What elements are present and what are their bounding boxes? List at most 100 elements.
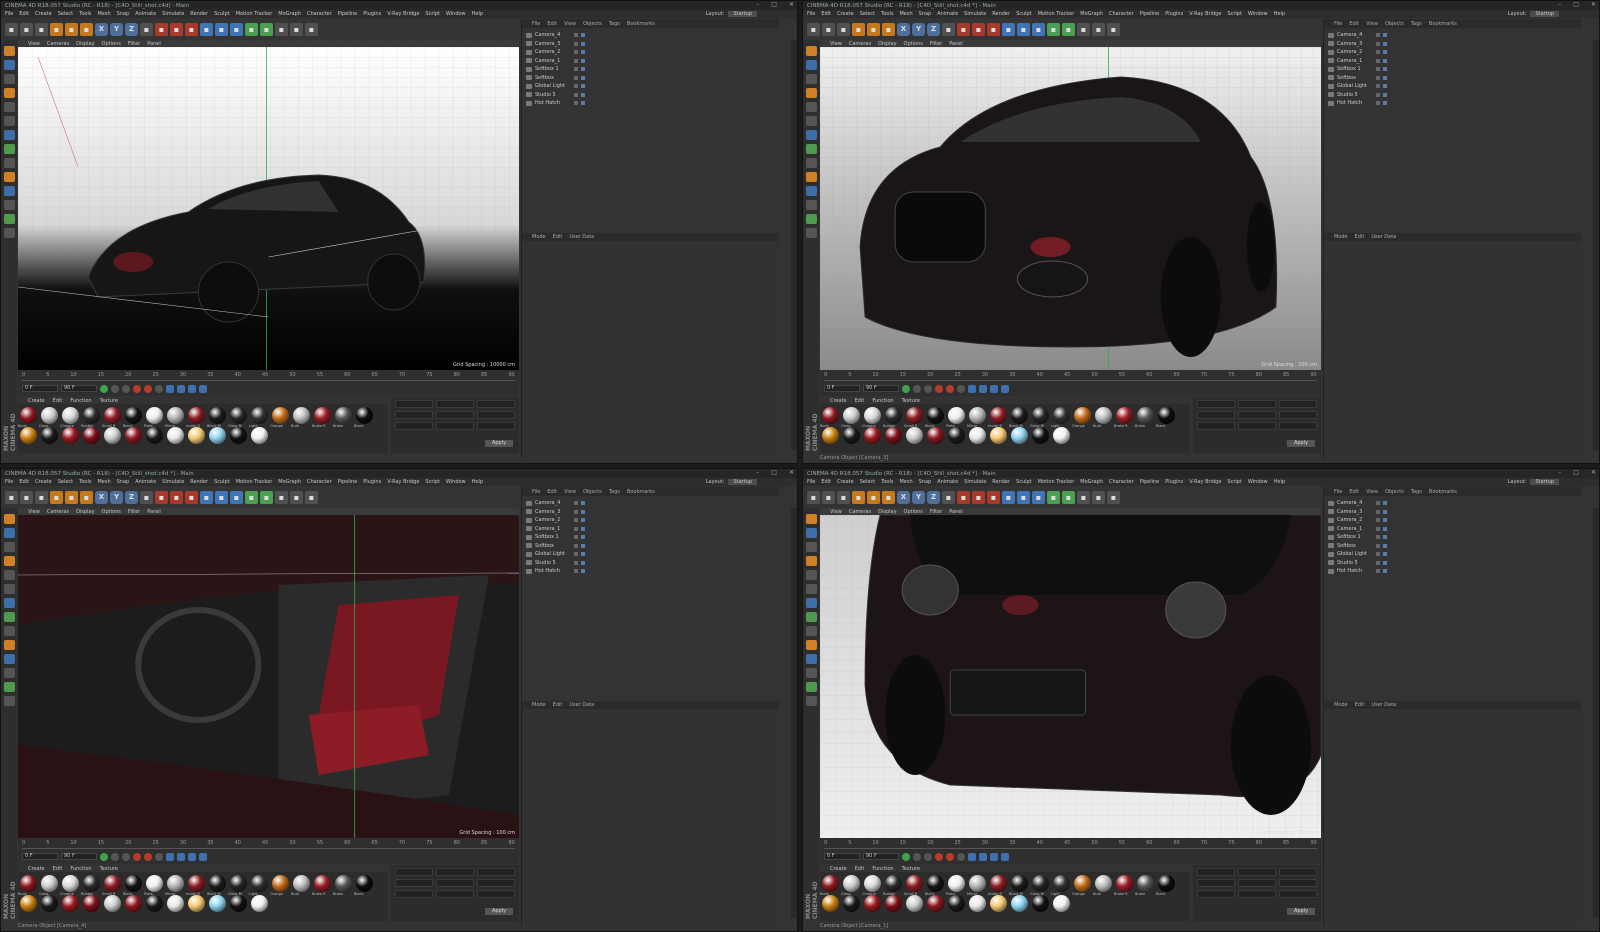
tag-icon[interactable] [581, 501, 585, 506]
world-icon[interactable]: ▪ [942, 22, 955, 36]
left-tool-icon[interactable] [805, 46, 817, 56]
material-swatch[interactable] [822, 427, 839, 444]
material-swatch[interactable] [822, 895, 839, 912]
light-icon[interactable]: ▪ [1107, 490, 1120, 504]
attr-menu-user-data[interactable]: User Data [1371, 702, 1396, 708]
material-menu-edit[interactable]: Edit [855, 866, 865, 872]
material-swatch[interactable]: Brake R [1114, 407, 1133, 428]
visibility-dot-icon[interactable] [574, 526, 578, 531]
object-row[interactable]: Global Light [1324, 550, 1581, 559]
render-view-icon[interactable]: ▪ [170, 22, 183, 36]
frame-end-field[interactable]: 90 F [863, 385, 899, 392]
material-menu-create[interactable]: Create [28, 866, 45, 872]
attr-menu-mode[interactable]: Mode [1334, 702, 1348, 708]
tag-icon[interactable] [1383, 92, 1387, 97]
subdivide-icon[interactable]: ▪ [1032, 490, 1045, 504]
axis-x-lock-button[interactable]: X [897, 490, 910, 504]
material-swatch[interactable]: Light [249, 875, 268, 896]
visibility-dot-icon[interactable] [1376, 543, 1380, 548]
left-tool-icon[interactable] [805, 598, 817, 608]
attr-menu-edit[interactable]: Edit [553, 234, 563, 240]
material-swatch[interactable]: Brake [1135, 875, 1154, 896]
menu-mograph[interactable]: MoGraph [278, 479, 301, 485]
world-icon[interactable]: ▪ [942, 490, 955, 504]
camera-icon[interactable]: ▪ [290, 490, 303, 504]
left-tool-icon[interactable] [805, 172, 817, 182]
menu-v-ray-bridge[interactable]: V-Ray Bridge [387, 479, 419, 485]
objmgr-menu-edit[interactable]: Edit [547, 489, 557, 495]
transport-button[interactable] [924, 852, 932, 861]
menu-window[interactable]: Window [1248, 479, 1268, 485]
viewport-menu-options[interactable]: Options [904, 41, 923, 47]
material-swatch[interactable]: Chrome [862, 875, 881, 896]
menu-file[interactable]: File [5, 11, 13, 17]
material-swatch[interactable] [1053, 895, 1070, 912]
material-swatch[interactable]: Black [925, 407, 944, 428]
transport-button[interactable] [902, 852, 910, 861]
layout-select[interactable]: Startup [728, 479, 757, 485]
menu-file[interactable]: File [5, 479, 13, 485]
cube-icon[interactable]: ▪ [200, 22, 213, 36]
undo-icon[interactable]: ▪ [5, 490, 18, 504]
material-swatch[interactable]: Black [354, 875, 373, 896]
menu-mograph[interactable]: MoGraph [1080, 11, 1103, 17]
coord-field[interactable] [477, 400, 515, 408]
menu-simulate[interactable]: Simulate [162, 479, 184, 485]
menu-pipeline[interactable]: Pipeline [338, 11, 358, 17]
viewport[interactable]: View Cameras Display Options Filter Panel Gri… [18, 508, 519, 838]
material-swatch[interactable] [885, 895, 902, 912]
left-tool-icon[interactable] [3, 158, 15, 168]
object-row[interactable]: Camera_1 [522, 525, 779, 534]
material-swatch[interactable] [83, 427, 100, 444]
left-tool-icon[interactable] [3, 144, 15, 154]
move-icon[interactable]: ▪ [50, 490, 63, 504]
object-name[interactable]: Global Light [535, 551, 567, 557]
subdivide-icon[interactable]: ▪ [230, 490, 243, 504]
transport-button[interactable] [1001, 852, 1009, 861]
objmgr-menu-objects[interactable]: Objects [1385, 489, 1404, 495]
material-swatch[interactable]: Bulb [291, 407, 310, 428]
material-swatch[interactable]: Glass Bl [1030, 407, 1049, 428]
menu-help[interactable]: Help [472, 11, 483, 17]
visibility-dot-icon[interactable] [574, 75, 578, 80]
object-row[interactable]: Global Light [522, 82, 779, 91]
select-icon[interactable]: ▪ [35, 22, 48, 36]
minimize-icon[interactable]: – [1558, 1, 1561, 8]
menu-script[interactable]: Script [425, 479, 440, 485]
viewport-menu-options[interactable]: Options [102, 41, 121, 47]
subdivide-icon[interactable]: ▪ [1032, 22, 1045, 36]
material-swatch[interactable]: Inside R [186, 407, 205, 428]
object-row[interactable]: Hot Hatch [1324, 567, 1581, 576]
object-row[interactable]: Studio 5 [522, 91, 779, 100]
light-icon[interactable]: ▪ [305, 490, 318, 504]
select-icon[interactable]: ▪ [837, 22, 850, 36]
visibility-dot-icon[interactable] [574, 58, 578, 63]
coord-field[interactable] [477, 868, 515, 876]
viewport-menu-options[interactable]: Options [904, 509, 923, 515]
transport-button[interactable] [957, 384, 965, 393]
viewport-render-front[interactable] [820, 47, 1321, 370]
tag-icon[interactable] [581, 543, 585, 548]
menu-snap[interactable]: Snap [919, 479, 932, 485]
tag-icon[interactable] [1383, 560, 1387, 565]
material-menu-edit[interactable]: Edit [855, 398, 865, 404]
material-swatch[interactable]: Bulb [1093, 407, 1112, 428]
left-tool-icon[interactable] [3, 200, 15, 210]
maximize-icon[interactable]: □ [771, 1, 777, 8]
visibility-dot-icon[interactable] [574, 50, 578, 55]
material-swatch[interactable] [104, 427, 121, 444]
menu-mesh[interactable]: Mesh [97, 479, 110, 485]
material-swatch[interactable] [167, 427, 184, 444]
menu-file[interactable]: File [807, 11, 815, 17]
viewport-menu-view[interactable]: View [830, 509, 842, 515]
material-swatch[interactable] [167, 895, 184, 912]
menu-character[interactable]: Character [1109, 11, 1134, 17]
transport-button[interactable] [144, 852, 152, 861]
object-row[interactable]: Camera_3 [1324, 40, 1581, 49]
menu-window[interactable]: Window [1248, 11, 1268, 17]
menu-plugins[interactable]: Plugins [363, 479, 381, 485]
object-name[interactable]: Softbox 1 [1337, 66, 1369, 72]
object-name[interactable]: Softbox 1 [1337, 534, 1369, 540]
left-tool-icon[interactable] [3, 696, 15, 706]
render-view-icon[interactable]: ▪ [972, 22, 985, 36]
